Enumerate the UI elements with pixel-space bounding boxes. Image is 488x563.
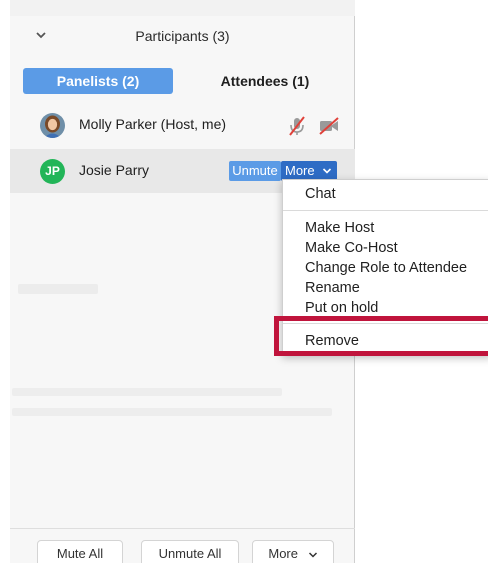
participant-row-host[interactable]: Molly Parker (Host, me)	[10, 103, 355, 147]
participant-name: Josie Parry	[79, 162, 150, 178]
faded-placeholder	[18, 284, 98, 294]
faded-placeholder	[12, 388, 282, 396]
mute-all-button[interactable]: Mute All	[37, 540, 123, 563]
more-button-label: More	[285, 163, 315, 178]
menu-item-make-host[interactable]: Make Host	[305, 220, 374, 236]
tab-panelists[interactable]: Panelists (2)	[23, 68, 173, 94]
menu-separator	[283, 210, 488, 211]
participant-name: Molly Parker (Host, me)	[79, 116, 227, 132]
footer-more-label: More	[268, 546, 298, 561]
unmute-button[interactable]: Unmute	[229, 161, 281, 181]
menu-item-put-on-hold[interactable]: Put on hold	[305, 300, 378, 316]
menu-item-chat[interactable]: Chat	[305, 186, 336, 202]
avatar	[40, 113, 65, 138]
remove-highlight-box	[274, 316, 488, 356]
footer-divider	[10, 528, 355, 529]
panel-title: Participants (3)	[135, 28, 230, 44]
menu-item-change-role[interactable]: Change Role to Attendee	[305, 260, 467, 276]
microphone-muted-icon[interactable]	[286, 115, 308, 137]
avatar: JP	[40, 159, 65, 184]
more-button[interactable]: More	[281, 161, 337, 181]
faded-placeholder	[12, 408, 332, 416]
tab-attendees[interactable]: Attendees (1)	[200, 68, 330, 94]
chevron-down-icon	[322, 168, 332, 174]
panel-header: Participants (3)	[10, 16, 355, 56]
menu-item-make-co-host[interactable]: Make Co-Host	[305, 240, 398, 256]
video-off-icon[interactable]	[318, 115, 340, 137]
footer-more-button[interactable]: More	[252, 540, 334, 563]
user-photo-icon	[40, 113, 65, 138]
menu-item-rename[interactable]: Rename	[305, 280, 360, 296]
unmute-all-button[interactable]: Unmute All	[141, 540, 239, 563]
chevron-down-icon	[308, 552, 317, 558]
panel-top-strip	[10, 0, 355, 16]
